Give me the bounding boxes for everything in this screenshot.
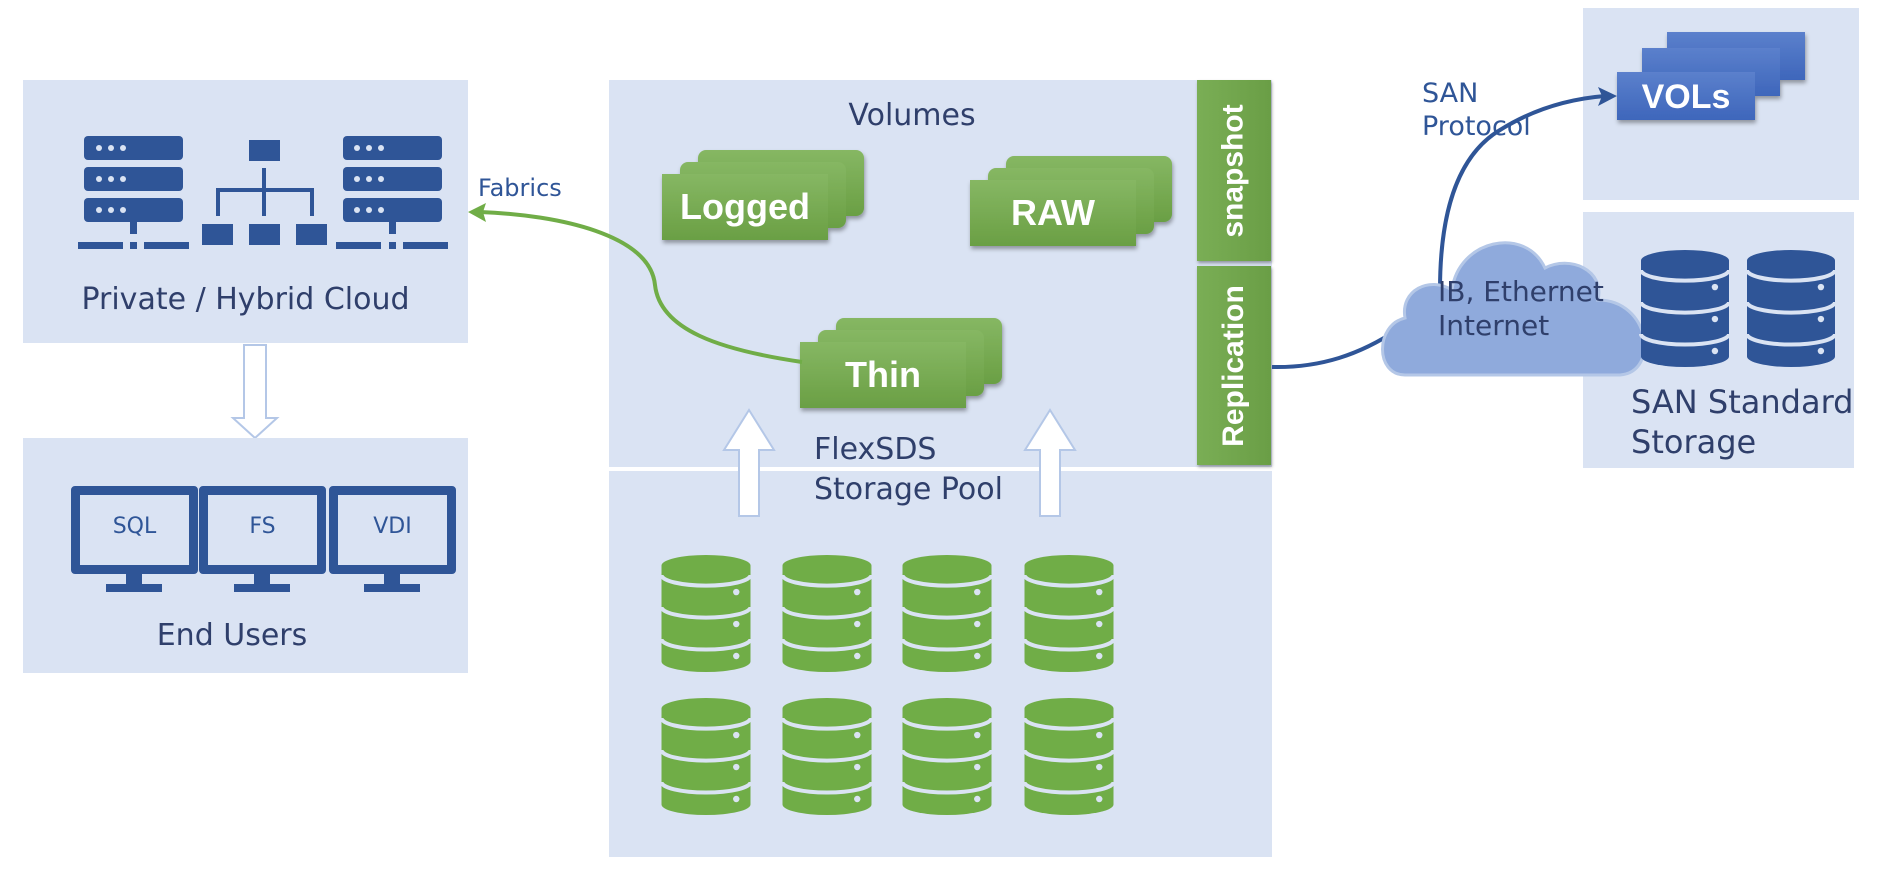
san-storage-disks bbox=[1639, 249, 1837, 367]
san-storage-label-line1: SAN Standard bbox=[1631, 383, 1854, 421]
database-icon bbox=[1639, 249, 1731, 367]
san-storage-label-line2: Storage bbox=[1631, 423, 1757, 461]
database-icon bbox=[1745, 249, 1837, 367]
